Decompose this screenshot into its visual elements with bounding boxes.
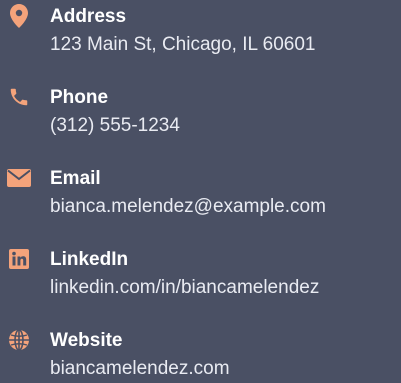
globe-icon: [6, 327, 32, 353]
contact-label-address: Address: [50, 6, 127, 27]
map-pin-icon: [6, 3, 32, 29]
contact-value-phone: (312) 555-1234: [50, 115, 180, 136]
contact-item-address: Address 123 Main St, Chicago, IL 60601: [0, 3, 401, 63]
contact-item-email: Email bianca.melendez@example.com: [0, 165, 401, 225]
contact-label-website: Website: [50, 330, 123, 351]
contact-label-linkedin: LinkedIn: [50, 249, 129, 270]
envelope-icon: [6, 165, 32, 191]
contact-link-linkedin[interactable]: linkedin.com/in/biancamelendez: [50, 276, 319, 300]
contact-list: Address 123 Main St, Chicago, IL 60601 P…: [0, 0, 401, 383]
contact-link-website[interactable]: biancamelendez.com: [50, 357, 230, 381]
contact-link-email[interactable]: bianca.melendez@example.com: [50, 195, 326, 219]
contact-value-address: 123 Main St, Chicago, IL 60601: [50, 34, 316, 55]
contact-item-website: Website biancamelendez.com: [0, 327, 401, 383]
contact-label-email: Email: [50, 168, 101, 189]
phone-icon: [6, 84, 32, 110]
contact-item-phone: Phone (312) 555-1234: [0, 84, 401, 144]
linkedin-icon: [6, 246, 32, 272]
contact-label-phone: Phone: [50, 87, 109, 108]
contact-item-linkedin: LinkedIn linkedin.com/in/biancamelendez: [0, 246, 401, 306]
